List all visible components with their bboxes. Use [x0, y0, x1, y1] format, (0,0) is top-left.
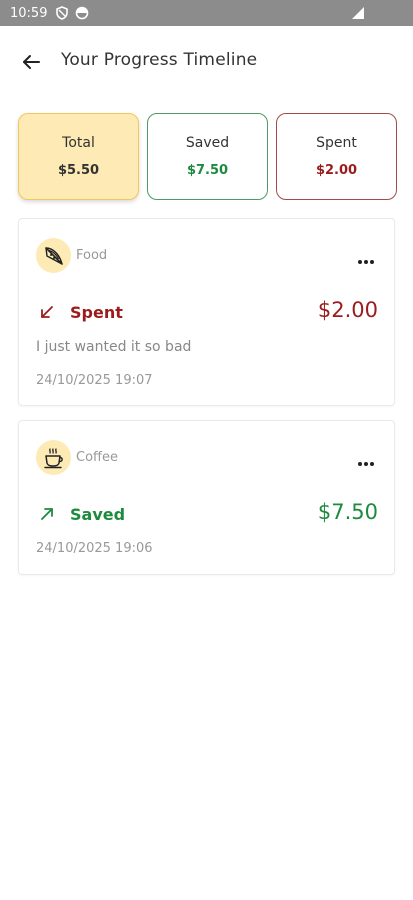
saved-label: Saved: [185, 135, 230, 151]
shield-icon: [55, 6, 69, 20]
more-dots-icon: [358, 462, 362, 466]
circle-status-icon: [75, 6, 89, 20]
category-label: Coffee: [76, 450, 118, 465]
transaction-amount: $2.00: [317, 298, 378, 322]
back-button[interactable]: [18, 50, 44, 74]
spent-label: Spent: [316, 135, 357, 151]
entry-note: I just wanted it so bad: [36, 339, 192, 355]
spent-value: $2.00: [315, 163, 358, 178]
more-options-button[interactable]: [358, 451, 380, 466]
saved-value: $7.50: [186, 163, 229, 178]
total-label: Total: [62, 135, 95, 151]
entry-timestamp: 24/10/2025 19:07: [36, 373, 153, 388]
signal-icon: [351, 6, 365, 20]
timeline-entry[interactable]: Food Spent $2.00 I just wanted it so bad…: [18, 218, 395, 406]
pizza-slice-icon: [36, 238, 71, 273]
arrow-left-icon: [18, 55, 44, 78]
total-summary-card[interactable]: Total $5.50: [18, 113, 139, 200]
total-value: $5.50: [57, 163, 100, 178]
more-options-button[interactable]: [358, 249, 380, 264]
category-label: Food: [76, 248, 108, 263]
status-time: 10:59: [10, 5, 48, 21]
timeline-entry[interactable]: Coffee Saved $7.50 24/10/2025 19:06: [18, 420, 395, 575]
page-title: Your Progress Timeline: [61, 50, 258, 70]
transaction-amount: $7.50: [317, 500, 378, 524]
more-dots-icon: [358, 260, 362, 264]
transaction-type: Spent: [70, 303, 123, 322]
transaction-type: Saved: [70, 505, 126, 524]
coffee-cup-icon: [36, 440, 71, 475]
arrow-up-right-icon: [38, 505, 56, 523]
entry-timestamp: 24/10/2025 19:06: [36, 541, 153, 556]
app-header: Your Progress Timeline: [0, 40, 413, 84]
status-bar: 10:59: [0, 0, 413, 26]
spent-summary-card[interactable]: Spent $2.00: [276, 113, 397, 200]
arrow-down-left-icon: [38, 303, 56, 321]
saved-summary-card[interactable]: Saved $7.50: [147, 113, 268, 200]
